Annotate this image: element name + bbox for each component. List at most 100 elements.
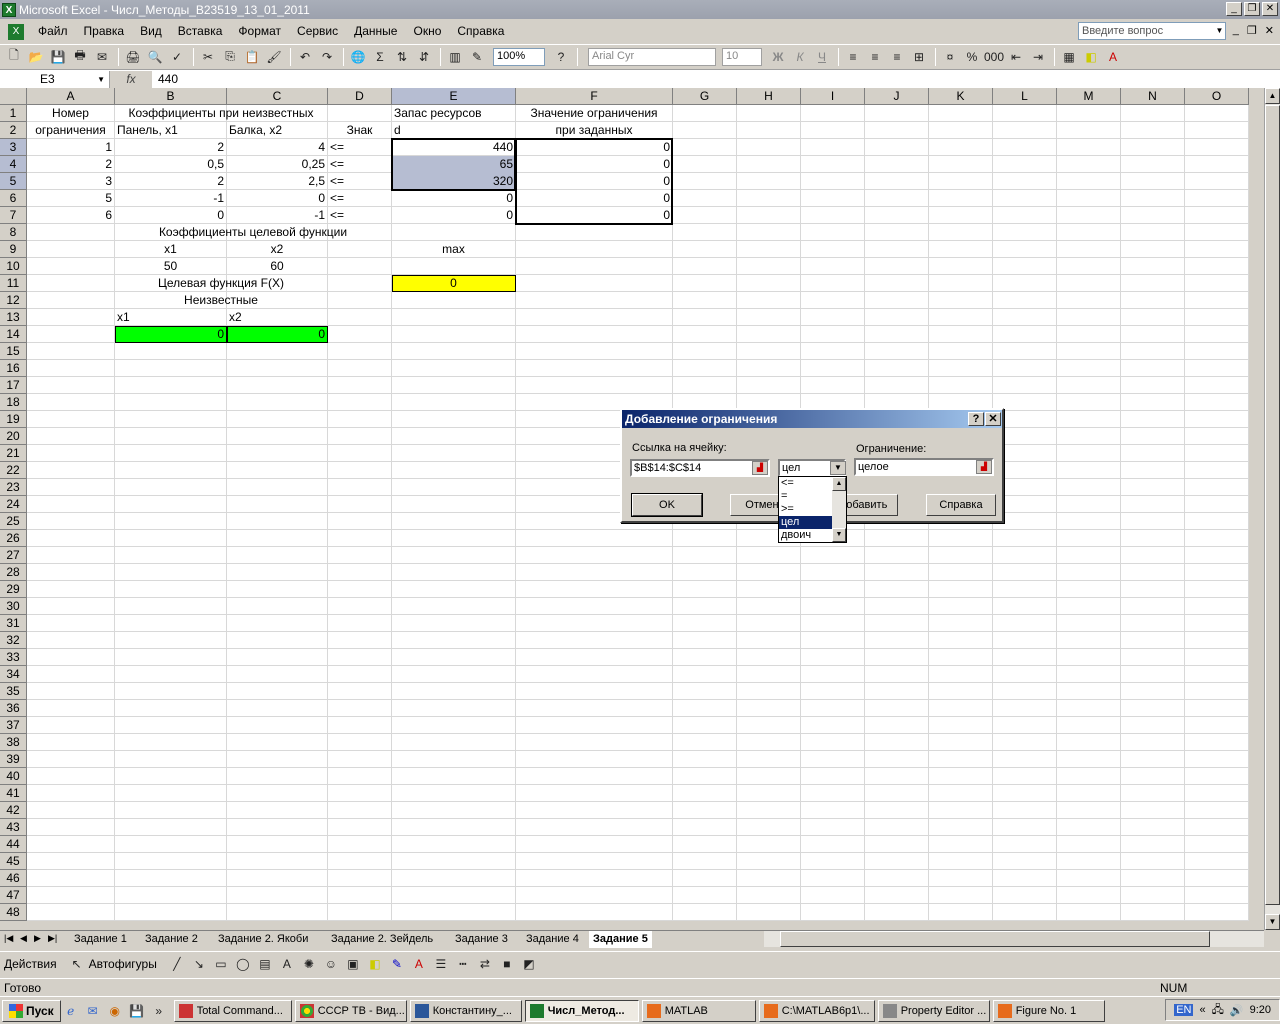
cell-i6[interactable] [801, 190, 865, 207]
cell-e25[interactable] [392, 513, 516, 530]
cell-g4[interactable] [673, 156, 737, 173]
cell-d3[interactable] [328, 139, 392, 156]
cell-d40[interactable] [328, 768, 392, 785]
row-header[interactable]: 3 [0, 139, 27, 156]
cell-f38[interactable] [516, 734, 673, 751]
cell-a27[interactable] [27, 547, 115, 564]
cell-d28[interactable] [328, 564, 392, 581]
cell-h38[interactable] [737, 734, 801, 751]
increase-indent-icon[interactable]: ⇥ [1028, 47, 1048, 67]
arrow-icon[interactable]: ↘ [189, 954, 209, 974]
cell-g37[interactable] [673, 717, 737, 734]
column-header[interactable]: N [1121, 88, 1185, 105]
cell-f41[interactable] [516, 785, 673, 802]
cell-e22[interactable] [392, 462, 516, 479]
cell-l46[interactable] [993, 870, 1057, 887]
cell-b7[interactable] [115, 207, 227, 224]
cell-d23[interactable] [328, 479, 392, 496]
cell-o31[interactable] [1185, 615, 1249, 632]
column-header[interactable]: B [115, 88, 227, 105]
cell-o15[interactable] [1185, 343, 1249, 360]
cell-a47[interactable] [27, 887, 115, 904]
cell-i14[interactable] [801, 326, 865, 343]
cell-e36[interactable] [392, 700, 516, 717]
cell-d32[interactable] [328, 632, 392, 649]
row-header[interactable]: 12 [0, 292, 27, 309]
cell-h32[interactable] [737, 632, 801, 649]
cell-a29[interactable] [27, 581, 115, 598]
cell-e15[interactable] [392, 343, 516, 360]
cell-b33[interactable] [115, 649, 227, 666]
cell-c4[interactable] [227, 156, 328, 173]
row-header[interactable]: 48 [0, 904, 27, 921]
cell-b44[interactable] [115, 836, 227, 853]
row-header[interactable]: 16 [0, 360, 27, 377]
cell-f46[interactable] [516, 870, 673, 887]
cell-a25[interactable] [27, 513, 115, 530]
cell-b22[interactable] [115, 462, 227, 479]
operator-select[interactable]: цел ▼ [778, 459, 846, 477]
row-header[interactable]: 10 [0, 258, 27, 275]
cell-i7[interactable] [801, 207, 865, 224]
cell-l29[interactable] [993, 581, 1057, 598]
cell-b29[interactable] [115, 581, 227, 598]
cell-f8[interactable] [516, 224, 673, 241]
cell-o28[interactable] [1185, 564, 1249, 581]
cell-c22[interactable] [227, 462, 328, 479]
cell-m17[interactable] [1057, 377, 1121, 394]
cell-o2[interactable] [1185, 122, 1249, 139]
operator-option[interactable]: >= [779, 503, 833, 516]
cell-m42[interactable] [1057, 802, 1121, 819]
task-matlab-path[interactable]: C:\MATLAB6p1\... [758, 999, 875, 1022]
cell-i13[interactable] [801, 309, 865, 326]
oval-icon[interactable]: ◯ [233, 954, 253, 974]
cell-o27[interactable] [1185, 547, 1249, 564]
cell-m33[interactable] [1057, 649, 1121, 666]
cell-f33[interactable] [516, 649, 673, 666]
cell-b38[interactable] [115, 734, 227, 751]
font-name-select[interactable]: Arial Cyr [588, 47, 716, 66]
fill-color-icon[interactable]: ◧ [365, 954, 385, 974]
cell-j35[interactable] [865, 683, 929, 700]
cell-c21[interactable] [227, 445, 328, 462]
cell-l28[interactable] [993, 564, 1057, 581]
cell-a42[interactable] [27, 802, 115, 819]
cell-m6[interactable] [1057, 190, 1121, 207]
menu-file[interactable]: Файл [30, 21, 76, 42]
cell-j41[interactable] [865, 785, 929, 802]
name-box[interactable]: E3 ▼ [0, 70, 110, 88]
cell-h44[interactable] [737, 836, 801, 853]
cell-o5[interactable] [1185, 173, 1249, 190]
cell-m36[interactable] [1057, 700, 1121, 717]
cell-f2[interactable] [516, 122, 673, 139]
cell-d1[interactable] [328, 105, 392, 122]
dialog-close-button[interactable]: ✕ [985, 412, 1001, 426]
cell-a2[interactable] [27, 122, 115, 139]
cell-d31[interactable] [328, 615, 392, 632]
cell-m7[interactable] [1057, 207, 1121, 224]
row-header[interactable]: 1 [0, 105, 27, 122]
cell-n47[interactable] [1121, 887, 1185, 904]
cell-m32[interactable] [1057, 632, 1121, 649]
cell-h6[interactable] [737, 190, 801, 207]
cell-e38[interactable] [392, 734, 516, 751]
cell-d30[interactable] [328, 598, 392, 615]
print-preview-icon[interactable]: 🔍 [145, 47, 165, 67]
cell-n24[interactable] [1121, 496, 1185, 513]
column-header[interactable]: H [737, 88, 801, 105]
cell-n10[interactable] [1121, 258, 1185, 275]
cell-k6[interactable] [929, 190, 993, 207]
cell-i32[interactable] [801, 632, 865, 649]
cell-f43[interactable] [516, 819, 673, 836]
thousands-icon[interactable]: 000 [984, 47, 1004, 67]
language-indicator[interactable]: EN [1174, 1004, 1194, 1016]
cell-e24[interactable] [392, 496, 516, 513]
cell-e12[interactable] [392, 292, 516, 309]
diagram-icon[interactable]: ✺ [299, 954, 319, 974]
cell-a39[interactable] [27, 751, 115, 768]
cell-d10[interactable] [328, 258, 392, 275]
cell-b35[interactable] [115, 683, 227, 700]
cell-f9[interactable] [516, 241, 673, 258]
column-header[interactable]: K [929, 88, 993, 105]
cut-icon[interactable]: ✂ [198, 47, 218, 67]
